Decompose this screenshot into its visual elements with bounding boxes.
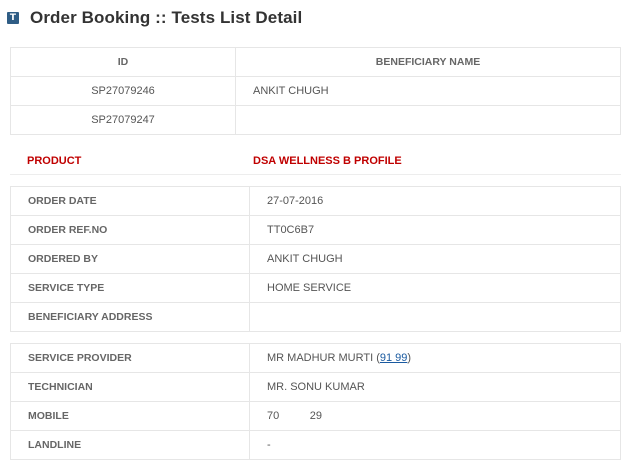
column-header-id: ID — [10, 47, 236, 77]
service-type-label: SERVICE TYPE — [10, 273, 250, 303]
ordered-by-value: ANKIT CHUGH — [249, 244, 621, 274]
order-date-value: 27-07-2016 — [249, 186, 621, 216]
landline-value: - — [249, 430, 621, 460]
order-details-table: ORDER DATE 27-07-2016 ORDER REF.NO TT0C6… — [10, 186, 621, 332]
mobile-label: MOBILE — [10, 401, 250, 431]
page-title: Order Booking :: Tests List Detail — [30, 8, 303, 27]
service-type-value: HOME SERVICE — [249, 273, 621, 303]
ordered-by-label: ORDERED BY — [10, 244, 250, 274]
technician-value: MR. SONU KUMAR — [249, 372, 621, 402]
column-header-beneficiary-name: BENEFICIARY NAME — [235, 47, 621, 77]
beneficiary-id: SP27079247 — [10, 105, 236, 135]
service-provider-value: MR MADHUR MURTI (91 99) — [249, 343, 621, 373]
service-details-table: SERVICE PROVIDER MR MADHUR MURTI (91 99)… — [10, 343, 621, 460]
product-value: DSA WELLNESS B PROFILE — [253, 154, 402, 167]
detail-row-beneficiary-address: BENEFICIARY ADDRESS — [10, 302, 621, 332]
detail-row-landline: LANDLINE - — [10, 430, 621, 460]
technician-label: TECHNICIAN — [10, 372, 250, 402]
detail-row-service-type: SERVICE TYPE HOME SERVICE — [10, 273, 621, 303]
order-date-label: ORDER DATE — [10, 186, 250, 216]
provider-phone-link[interactable]: 91 99 — [380, 352, 408, 364]
service-provider-name: MR MADHUR MURTI — [267, 352, 374, 364]
landline-label: LANDLINE — [10, 430, 250, 460]
phone-close-paren: ) — [407, 352, 412, 364]
order-ref-label: ORDER REF.NO — [10, 215, 250, 245]
detail-row-ordered-by: ORDERED BY ANKIT CHUGH — [10, 244, 621, 274]
beneficiary-address-value — [249, 302, 621, 332]
mobile-value: 70 29 — [249, 401, 621, 431]
detail-row-mobile: MOBILE 70 29 — [10, 401, 621, 431]
service-provider-label: SERVICE PROVIDER — [10, 343, 250, 373]
detail-row-order-ref: ORDER REF.NO TT0C6B7 — [10, 215, 621, 245]
product-label: PRODUCT — [27, 154, 82, 167]
tests-icon: T — [7, 12, 19, 24]
detail-row-technician: TECHNICIAN MR. SONU KUMAR — [10, 372, 621, 402]
beneficiary-table: ID BENEFICIARY NAME SP27079246 ANKIT CHU… — [10, 47, 621, 135]
beneficiary-address-label: BENEFICIARY ADDRESS — [10, 302, 250, 332]
beneficiary-id: SP27079246 — [10, 76, 236, 106]
detail-row-order-date: ORDER DATE 27-07-2016 — [10, 186, 621, 216]
beneficiary-name — [235, 105, 621, 135]
table-row: SP27079246 ANKIT CHUGH — [10, 76, 621, 106]
product-row: PRODUCT DSA WELLNESS B PROFILE — [10, 147, 621, 175]
table-row: SP27079247 — [10, 105, 621, 135]
table-header-row: ID BENEFICIARY NAME — [10, 47, 621, 77]
order-ref-value: TT0C6B7 — [249, 215, 621, 245]
beneficiary-name: ANKIT CHUGH — [235, 76, 621, 106]
detail-row-service-provider: SERVICE PROVIDER MR MADHUR MURTI (91 99) — [10, 343, 621, 373]
page-header: T Order Booking :: Tests List Detail — [7, 6, 302, 30]
